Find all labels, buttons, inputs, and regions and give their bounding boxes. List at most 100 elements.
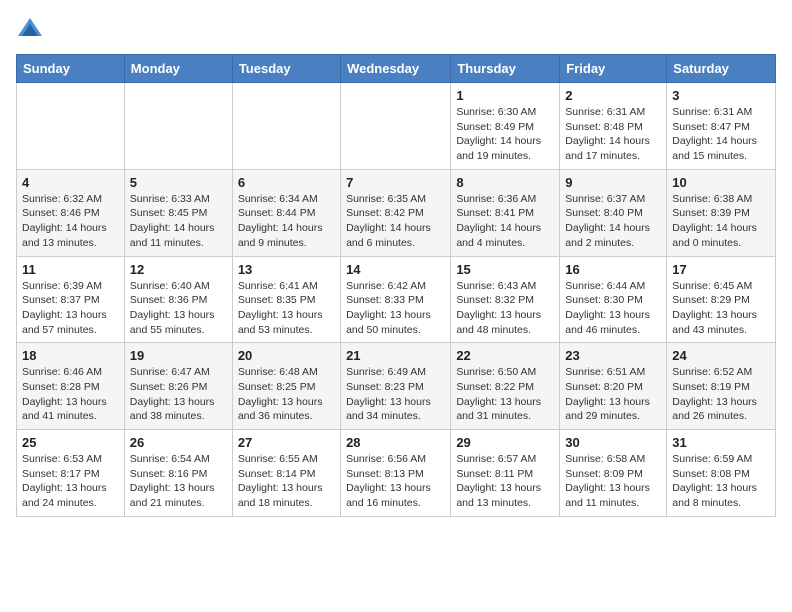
weekday-header-thursday: Thursday <box>451 55 560 83</box>
day-info: Sunrise: 6:42 AM Sunset: 8:33 PM Dayligh… <box>346 279 445 338</box>
day-number: 18 <box>22 348 119 363</box>
day-number: 19 <box>130 348 227 363</box>
day-cell: 31 Sunrise: 6:59 AM Sunset: 8:08 PM Dayli… <box>667 430 776 517</box>
day-cell: 11 Sunrise: 6:39 AM Sunset: 8:37 PM Dayli… <box>17 256 125 343</box>
day-info: Sunrise: 6:45 AM Sunset: 8:29 PM Dayligh… <box>672 279 770 338</box>
day-info: Sunrise: 6:50 AM Sunset: 8:22 PM Dayligh… <box>456 365 554 424</box>
day-number: 4 <box>22 175 119 190</box>
day-info: Sunrise: 6:59 AM Sunset: 8:08 PM Dayligh… <box>672 452 770 511</box>
day-cell: 25 Sunrise: 6:53 AM Sunset: 8:17 PM Dayli… <box>17 430 125 517</box>
day-number: 23 <box>565 348 661 363</box>
day-cell: 12 Sunrise: 6:40 AM Sunset: 8:36 PM Dayli… <box>124 256 232 343</box>
day-number: 6 <box>238 175 335 190</box>
day-cell: 4 Sunrise: 6:32 AM Sunset: 8:46 PM Daylig… <box>17 169 125 256</box>
day-number: 26 <box>130 435 227 450</box>
day-cell: 19 Sunrise: 6:47 AM Sunset: 8:26 PM Dayli… <box>124 343 232 430</box>
week-row-5: 25 Sunrise: 6:53 AM Sunset: 8:17 PM Dayli… <box>17 430 776 517</box>
day-cell: 14Sunrise: 6:42 AM Sunset: 8:33 PM Dayli… <box>341 256 451 343</box>
day-number: 27 <box>238 435 335 450</box>
week-row-1: 1Sunrise: 6:30 AM Sunset: 8:49 PM Daylig… <box>17 83 776 170</box>
calendar-table: SundayMondayTuesdayWednesdayThursdayFrid… <box>16 54 776 517</box>
calendar-header: SundayMondayTuesdayWednesdayThursdayFrid… <box>17 55 776 83</box>
day-cell: 13Sunrise: 6:41 AM Sunset: 8:35 PM Dayli… <box>232 256 340 343</box>
day-number: 9 <box>565 175 661 190</box>
day-cell <box>232 83 340 170</box>
day-info: Sunrise: 6:46 AM Sunset: 8:28 PM Dayligh… <box>22 365 119 424</box>
header <box>16 16 776 44</box>
day-number: 21 <box>346 348 445 363</box>
day-cell: 9Sunrise: 6:37 AM Sunset: 8:40 PM Daylig… <box>560 169 667 256</box>
day-info: Sunrise: 6:40 AM Sunset: 8:36 PM Dayligh… <box>130 279 227 338</box>
day-info: Sunrise: 6:43 AM Sunset: 8:32 PM Dayligh… <box>456 279 554 338</box>
day-cell: 22 Sunrise: 6:50 AM Sunset: 8:22 PM Dayli… <box>451 343 560 430</box>
day-number: 12 <box>130 262 227 277</box>
day-cell <box>124 83 232 170</box>
day-cell: 15 Sunrise: 6:43 AM Sunset: 8:32 PM Dayli… <box>451 256 560 343</box>
day-cell: 29 Sunrise: 6:57 AM Sunset: 8:11 PM Dayli… <box>451 430 560 517</box>
day-number: 2 <box>565 88 661 103</box>
day-cell: 1Sunrise: 6:30 AM Sunset: 8:49 PM Daylig… <box>451 83 560 170</box>
day-info: Sunrise: 6:58 AM Sunset: 8:09 PM Dayligh… <box>565 452 661 511</box>
day-info: Sunrise: 6:51 AM Sunset: 8:20 PM Dayligh… <box>565 365 661 424</box>
day-info: Sunrise: 6:31 AM Sunset: 8:47 PM Dayligh… <box>672 105 770 164</box>
day-number: 1 <box>456 88 554 103</box>
weekday-row: SundayMondayTuesdayWednesdayThursdayFrid… <box>17 55 776 83</box>
day-number: 29 <box>456 435 554 450</box>
day-cell: 21 Sunrise: 6:49 AM Sunset: 8:23 PM Dayli… <box>341 343 451 430</box>
day-number: 30 <box>565 435 661 450</box>
day-cell: 20 Sunrise: 6:48 AM Sunset: 8:25 PM Dayli… <box>232 343 340 430</box>
calendar-body: 1Sunrise: 6:30 AM Sunset: 8:49 PM Daylig… <box>17 83 776 517</box>
weekday-header-friday: Friday <box>560 55 667 83</box>
day-cell: 2 Sunrise: 6:31 AM Sunset: 8:48 PM Daylig… <box>560 83 667 170</box>
weekday-header-monday: Monday <box>124 55 232 83</box>
day-info: Sunrise: 6:57 AM Sunset: 8:11 PM Dayligh… <box>456 452 554 511</box>
day-number: 3 <box>672 88 770 103</box>
day-info: Sunrise: 6:39 AM Sunset: 8:37 PM Dayligh… <box>22 279 119 338</box>
day-cell: 27 Sunrise: 6:55 AM Sunset: 8:14 PM Dayli… <box>232 430 340 517</box>
day-cell: 6 Sunrise: 6:34 AM Sunset: 8:44 PM Daylig… <box>232 169 340 256</box>
day-info: Sunrise: 6:53 AM Sunset: 8:17 PM Dayligh… <box>22 452 119 511</box>
day-number: 31 <box>672 435 770 450</box>
day-cell: 5Sunrise: 6:33 AM Sunset: 8:45 PM Daylig… <box>124 169 232 256</box>
day-cell: 26 Sunrise: 6:54 AM Sunset: 8:16 PM Dayli… <box>124 430 232 517</box>
day-number: 11 <box>22 262 119 277</box>
day-info: Sunrise: 6:48 AM Sunset: 8:25 PM Dayligh… <box>238 365 335 424</box>
week-row-4: 18 Sunrise: 6:46 AM Sunset: 8:28 PM Dayli… <box>17 343 776 430</box>
day-number: 13 <box>238 262 335 277</box>
day-info: Sunrise: 6:36 AM Sunset: 8:41 PM Dayligh… <box>456 192 554 251</box>
day-cell: 17 Sunrise: 6:45 AM Sunset: 8:29 PM Dayli… <box>667 256 776 343</box>
day-info: Sunrise: 6:54 AM Sunset: 8:16 PM Dayligh… <box>130 452 227 511</box>
day-info: Sunrise: 6:55 AM Sunset: 8:14 PM Dayligh… <box>238 452 335 511</box>
day-info: Sunrise: 6:47 AM Sunset: 8:26 PM Dayligh… <box>130 365 227 424</box>
week-row-3: 11 Sunrise: 6:39 AM Sunset: 8:37 PM Dayli… <box>17 256 776 343</box>
day-cell <box>341 83 451 170</box>
day-cell: 23 Sunrise: 6:51 AM Sunset: 8:20 PM Dayli… <box>560 343 667 430</box>
day-number: 17 <box>672 262 770 277</box>
day-number: 28 <box>346 435 445 450</box>
day-cell: 7 Sunrise: 6:35 AM Sunset: 8:42 PM Daylig… <box>341 169 451 256</box>
day-number: 8 <box>456 175 554 190</box>
day-info: Sunrise: 6:34 AM Sunset: 8:44 PM Dayligh… <box>238 192 335 251</box>
logo <box>16 16 48 44</box>
day-info: Sunrise: 6:38 AM Sunset: 8:39 PM Dayligh… <box>672 192 770 251</box>
day-number: 20 <box>238 348 335 363</box>
day-cell: 18 Sunrise: 6:46 AM Sunset: 8:28 PM Dayli… <box>17 343 125 430</box>
day-info: Sunrise: 6:35 AM Sunset: 8:42 PM Dayligh… <box>346 192 445 251</box>
day-number: 25 <box>22 435 119 450</box>
day-cell: 28Sunrise: 6:56 AM Sunset: 8:13 PM Dayli… <box>341 430 451 517</box>
day-info: Sunrise: 6:44 AM Sunset: 8:30 PM Dayligh… <box>565 279 661 338</box>
day-info: Sunrise: 6:49 AM Sunset: 8:23 PM Dayligh… <box>346 365 445 424</box>
day-number: 15 <box>456 262 554 277</box>
day-number: 7 <box>346 175 445 190</box>
day-cell: 3 Sunrise: 6:31 AM Sunset: 8:47 PM Daylig… <box>667 83 776 170</box>
logo-icon <box>16 16 44 44</box>
day-cell: 30 Sunrise: 6:58 AM Sunset: 8:09 PM Dayli… <box>560 430 667 517</box>
weekday-header-saturday: Saturday <box>667 55 776 83</box>
day-info: Sunrise: 6:31 AM Sunset: 8:48 PM Dayligh… <box>565 105 661 164</box>
weekday-header-wednesday: Wednesday <box>341 55 451 83</box>
day-cell: 10Sunrise: 6:38 AM Sunset: 8:39 PM Dayli… <box>667 169 776 256</box>
day-number: 24 <box>672 348 770 363</box>
day-info: Sunrise: 6:32 AM Sunset: 8:46 PM Dayligh… <box>22 192 119 251</box>
day-number: 22 <box>456 348 554 363</box>
day-cell <box>17 83 125 170</box>
